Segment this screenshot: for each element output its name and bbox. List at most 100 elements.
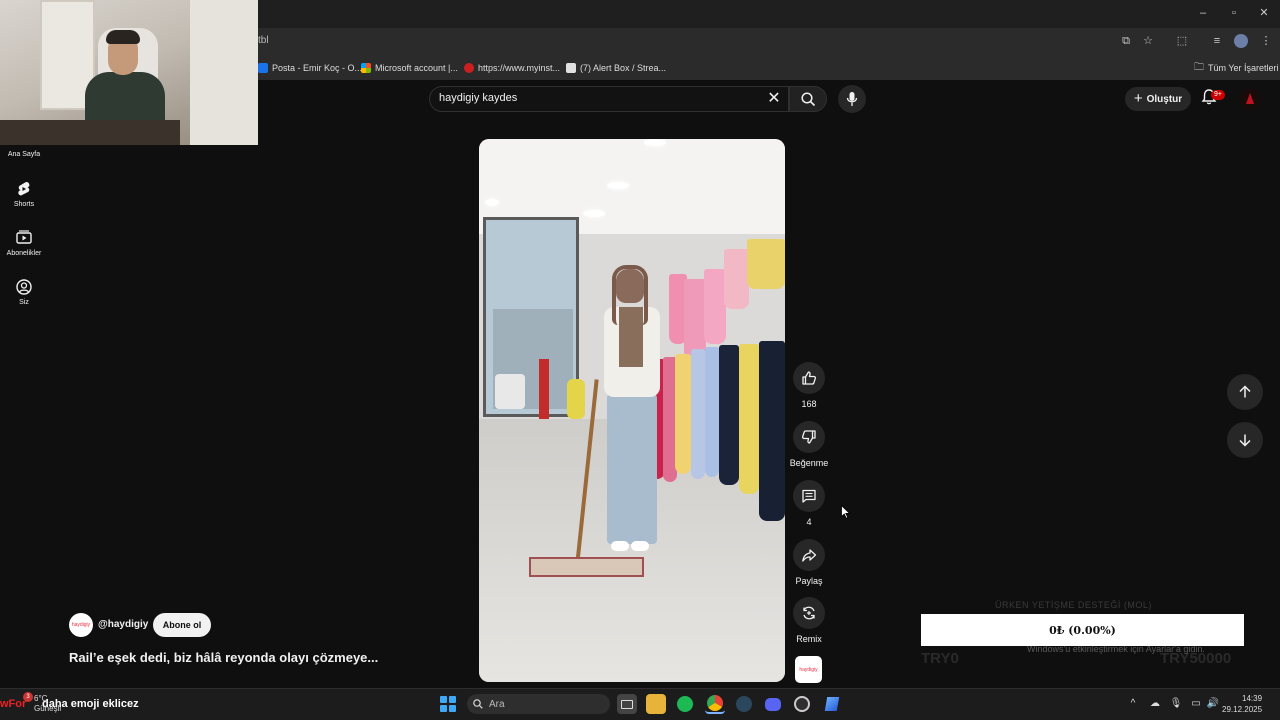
bookmark-label: Microsoft account |... [375, 63, 458, 73]
outlook-icon [258, 63, 268, 73]
network-icon[interactable]: ▭ [1189, 697, 1203, 711]
share-icon [793, 539, 825, 571]
maximize-icon[interactable]: ▫ [1227, 6, 1241, 20]
extensions-icon[interactable]: ⬚ [1175, 34, 1189, 48]
install-app-icon[interactable]: ⧉ [1119, 34, 1133, 48]
microsoft-icon [361, 63, 371, 73]
arrow-down-icon [1239, 434, 1251, 447]
plus-icon: + [1133, 90, 1143, 107]
notification-count-badge: 9+ [1211, 90, 1225, 100]
channel-handle[interactable]: @haydigiy [98, 619, 148, 630]
create-label: Oluştur [1146, 93, 1183, 105]
bookmark-item[interactable]: (7) Alert Box / Strea... [566, 61, 666, 75]
comment-count: 4 [806, 517, 812, 527]
remix-label: Remix [796, 634, 822, 644]
donation-progress-text: 0₺ (0.00%) [1049, 623, 1116, 637]
system-clock[interactable]: 14:39 29.12.2025 [1222, 693, 1262, 715]
chrome-icon[interactable] [705, 694, 725, 714]
donation-goal-min: TRY0 [921, 650, 959, 667]
file-explorer-icon[interactable] [646, 694, 666, 714]
next-video-button[interactable] [1227, 422, 1263, 458]
clock-date: 29.12.2025 [1222, 705, 1263, 714]
account-avatar[interactable] [1240, 89, 1260, 109]
search-button[interactable] [789, 86, 827, 112]
webcam-overlay [0, 0, 258, 145]
donation-progress-bar: 0₺ (0.00%) [921, 614, 1244, 646]
steam-icon[interactable] [734, 694, 754, 714]
stream-overlay-text: daha emoji eklicez [42, 698, 139, 710]
nav-home-label: Ana Sayfa [7, 151, 41, 158]
close-window-icon[interactable]: ✕ [1257, 6, 1271, 20]
discord-icon[interactable] [763, 694, 783, 714]
thumbs-up-icon [793, 362, 825, 394]
mouse-cursor-icon [841, 505, 851, 519]
obs-icon[interactable] [792, 694, 812, 714]
clock-time: 14:39 [1242, 694, 1263, 703]
windows-taskbar [0, 688, 1280, 720]
bookmark-item[interactable]: Posta - Emir Koç - O... [258, 61, 362, 75]
bookmark-star-icon[interactable]: ☆ [1141, 34, 1155, 48]
comment-icon [793, 480, 825, 512]
shorts-video-player[interactable] [479, 139, 785, 682]
folder-icon: 🗀 [1194, 61, 1204, 73]
shorts-icon [16, 181, 32, 197]
nav-you-label: Siz [19, 299, 29, 306]
bookmark-label: Posta - Emir Koç - O... [272, 63, 363, 73]
app-icon[interactable] [822, 694, 842, 714]
channel-avatar[interactable]: haydigiy [69, 613, 93, 637]
streamlabs-icon [566, 63, 576, 73]
all-bookmarks-label: Tüm Yer İşaretleri [1208, 63, 1279, 73]
subscribe-button[interactable]: Abone ol [153, 613, 211, 637]
search-icon [473, 699, 483, 709]
taskbar-search[interactable]: Ara [467, 694, 610, 714]
search-input[interactable]: haydigiy kaydes [439, 92, 517, 104]
channel-logo-button[interactable]: haydigiy [795, 656, 822, 683]
comments-button[interactable]: 4 [793, 480, 825, 527]
donation-goal-title: ÜRKEN YETİŞME DESTEĞİ (MOL) [995, 600, 1152, 610]
microphone-icon[interactable]: 🎙 [1169, 697, 1183, 711]
profile-avatar[interactable] [1234, 34, 1248, 48]
share-button[interactable]: Paylaş [793, 539, 825, 586]
all-bookmarks[interactable]: 🗀 Tüm Yer İşaretleri [1194, 61, 1279, 75]
minimize-icon[interactable]: – [1196, 6, 1210, 20]
nav-home[interactable]: Ana Sayfa [0, 151, 48, 158]
chevron-up-icon[interactable]: ^ [1126, 697, 1140, 711]
site-favicon-icon [464, 63, 474, 73]
cloud-icon[interactable]: ☁ [1148, 697, 1162, 711]
bookmark-item[interactable]: Microsoft account |... [361, 61, 458, 75]
search-icon [801, 92, 816, 107]
nav-subscriptions[interactable]: Abonelikler [0, 230, 48, 257]
browser-menu-icon[interactable]: ⋮ [1259, 34, 1273, 48]
nav-shorts-label: Shorts [13, 201, 35, 208]
volume-icon[interactable]: 🔊 [1206, 697, 1220, 711]
nav-you[interactable]: Siz [0, 279, 48, 306]
arrow-up-icon [1239, 385, 1251, 398]
task-view-icon[interactable] [617, 694, 637, 714]
video-title[interactable]: Rail’e eşek dedi, biz hâlâ reyonda olayı… [69, 650, 378, 665]
like-button[interactable]: 168 [793, 362, 825, 409]
windows-start-icon[interactable] [440, 696, 456, 712]
like-count: 168 [801, 399, 817, 409]
dislike-button[interactable]: Beğenme [790, 421, 828, 468]
thumbs-down-icon [793, 421, 825, 453]
voice-search-button[interactable] [838, 85, 866, 113]
nav-shorts[interactable]: Shorts [0, 181, 48, 208]
nav-subscriptions-label: Abonelikler [6, 250, 42, 257]
remix-button[interactable]: Remix [793, 597, 825, 644]
clear-search-icon[interactable]: ✕ [766, 90, 782, 108]
share-label: Paylaş [795, 576, 823, 586]
user-circle-icon [16, 279, 32, 295]
create-button[interactable]: + Oluştur [1125, 87, 1191, 111]
bookmark-label: (7) Alert Box / Strea... [580, 63, 667, 73]
microphone-icon [846, 92, 858, 106]
subscriptions-icon [16, 230, 32, 246]
previous-video-button[interactable] [1227, 374, 1263, 410]
bookmark-item[interactable]: https://www.myinst... [464, 61, 560, 75]
channel-avatar-text: haydigiy [71, 622, 91, 628]
bookmark-label: https://www.myinst... [478, 63, 561, 73]
url-text[interactable]: tbl [258, 35, 269, 46]
media-control-icon[interactable]: ≡ [1210, 34, 1224, 48]
dislike-label: Beğenme [789, 458, 829, 468]
remix-icon [793, 597, 825, 629]
spotify-icon[interactable] [675, 694, 695, 714]
